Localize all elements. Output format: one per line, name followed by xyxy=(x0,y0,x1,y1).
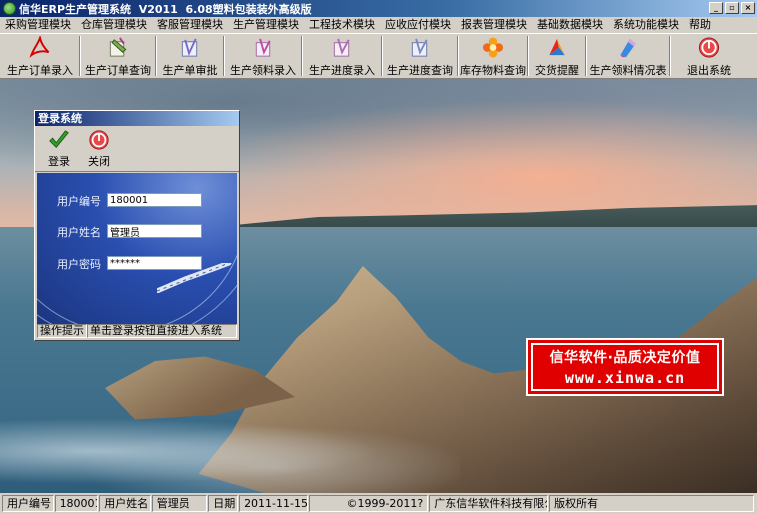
status-company: 广东信华软件科技有限公司 xyxy=(429,495,549,512)
toolbar-inventory-query-button[interactable]: 库存物料查询 xyxy=(460,34,526,78)
toolbar-label: 退出系统 xyxy=(687,64,731,77)
toolbar-label: 交货提醒 xyxy=(535,64,579,77)
user-id-input[interactable] xyxy=(107,193,202,207)
menu-production[interactable]: 生产管理模块 xyxy=(228,17,304,33)
toolbar-order-query-button[interactable]: 生产订单查询 xyxy=(83,34,153,78)
title-bar: 信华ERP生产管理系统 V2011 6.08塑料包装装外高级版 _ ▫ × xyxy=(0,0,757,17)
close-dialog-button[interactable]: 关闭 xyxy=(79,129,119,169)
minimize-button[interactable]: _ xyxy=(709,2,723,14)
toolbar-material-entry-button[interactable]: 生产领料录入 xyxy=(227,34,299,78)
login-status-label: 操作提示 xyxy=(37,324,87,338)
close-window-button[interactable]: × xyxy=(741,2,755,14)
login-status-bar: 操作提示 单击登录按钮直接进入系统 xyxy=(37,324,237,338)
status-bar: 用户编号 180001 用户姓名 管理员 日期 2011-11-15 ©1999… xyxy=(0,493,757,514)
main-toolbar: 生产订单录入 生产订单查询 生产单审批 生产领料录入 生产进度录入 生产进度查询… xyxy=(0,33,757,79)
toolbar-label: 生产进度查询 xyxy=(387,64,453,77)
toolbar-label: 生产进度录入 xyxy=(309,64,375,77)
toolbar-separator xyxy=(79,36,81,76)
toolbar-order-entry-button[interactable]: 生产订单录入 xyxy=(3,34,77,78)
menu-warehouse[interactable]: 仓库管理模块 xyxy=(76,17,152,33)
app-icon xyxy=(3,2,16,15)
login-form-panel: 用户编号 用户姓名 用户密码 xyxy=(37,173,237,325)
status-date-value: 2011-11-15 xyxy=(239,495,309,512)
window-controls: _ ▫ × xyxy=(709,2,755,14)
toolbar-separator xyxy=(527,36,529,76)
brand-stamp-inner: 信华软件·品质决定价值 www.xinwa.cn xyxy=(533,345,717,389)
menu-help[interactable]: 帮助 xyxy=(684,17,716,33)
pdf-icon xyxy=(29,36,50,58)
login-button[interactable]: 登录 xyxy=(39,129,79,169)
menu-bar: 采购管理模块 仓库管理模块 客服管理模块 生产管理模块 工程技术模块 应收应付模… xyxy=(0,17,757,33)
status-user-id-value: 180001 xyxy=(54,495,99,512)
toolbar-separator xyxy=(301,36,303,76)
brand-slogan: 信华软件·品质决定价值 xyxy=(549,350,701,366)
power-icon xyxy=(89,130,109,150)
power-icon xyxy=(698,37,720,58)
login-status-text: 单击登录按钮直接进入系统 xyxy=(87,324,237,338)
menu-receivables-payables[interactable]: 应收应付模块 xyxy=(380,17,456,33)
user-name-input[interactable] xyxy=(107,224,202,238)
toolbar-progress-entry-button[interactable]: 生产进度录入 xyxy=(305,34,379,78)
menu-customer-service[interactable]: 客服管理模块 xyxy=(152,17,228,33)
restore-button[interactable]: ▫ xyxy=(725,2,739,14)
material-entry-icon xyxy=(255,38,271,57)
toolbar-separator xyxy=(381,36,383,76)
toolbar-label: 生产单审批 xyxy=(162,64,218,77)
user-id-label: 用户编号 xyxy=(57,195,101,208)
toolbar-separator xyxy=(223,36,225,76)
toolbar-progress-query-button[interactable]: 生产进度查询 xyxy=(385,34,455,78)
toolbar-label: 库存物料查询 xyxy=(460,64,526,77)
document-edit-icon xyxy=(109,37,127,57)
login-dialog-title: 登录系统 xyxy=(35,111,239,126)
chain-decoration-icon xyxy=(157,263,232,293)
brand-stamp: 信华软件·品质决定价值 www.xinwa.cn xyxy=(528,340,722,394)
status-copyright: ©1999-2011? xyxy=(309,495,429,512)
user-name-label: 用户姓名 xyxy=(57,226,101,239)
status-date-label: 日期 xyxy=(208,495,239,512)
progress-entry-icon xyxy=(333,38,350,57)
brand-url: www.xinwa.cn xyxy=(564,369,686,387)
status-user-name-label: 用户姓名 xyxy=(99,495,151,512)
password-label: 用户密码 xyxy=(57,258,101,271)
toolbar-separator xyxy=(585,36,587,76)
status-user-id-label: 用户编号 xyxy=(2,495,54,512)
login-dialog: 登录系统 登录 关闭 用户编号 用户姓名 用户密码 xyxy=(34,110,240,341)
toolbar-delivery-reminder-button[interactable]: 交货提醒 xyxy=(531,34,583,78)
status-rights: 版权所有 xyxy=(549,495,754,512)
toolbar-label: 生产领料录入 xyxy=(230,64,296,77)
checkmark-icon xyxy=(49,130,69,149)
menu-engineering[interactable]: 工程技术模块 xyxy=(304,17,380,33)
progress-query-icon xyxy=(411,38,428,57)
toolbar-separator xyxy=(155,36,157,76)
report-icon xyxy=(620,38,636,58)
menu-purchase[interactable]: 采购管理模块 xyxy=(0,17,76,33)
close-dialog-button-label: 关闭 xyxy=(88,155,110,168)
toolbar-label: 生产订单查询 xyxy=(85,64,151,77)
toolbar-separator xyxy=(457,36,459,76)
toolbar-exit-button[interactable]: 退出系统 xyxy=(673,34,745,78)
toolbar-approval-button[interactable]: 生产单审批 xyxy=(159,34,221,78)
menu-system[interactable]: 系统功能模块 xyxy=(608,17,684,33)
status-user-name-value: 管理员 xyxy=(151,495,208,512)
delivery-icon xyxy=(549,38,565,56)
toolbar-material-report-button[interactable]: 生产领料情况表 xyxy=(589,34,667,78)
login-toolbar: 登录 关闭 xyxy=(35,126,239,172)
flower-icon xyxy=(482,37,504,58)
approve-icon xyxy=(181,38,198,57)
window-title: 信华ERP生产管理系统 V2011 6.08塑料包装装外高级版 xyxy=(19,2,312,16)
toolbar-separator xyxy=(669,36,671,76)
toolbar-label: 生产订单录入 xyxy=(7,64,73,77)
menu-basic-data[interactable]: 基础数据模块 xyxy=(532,17,608,33)
toolbar-label: 生产领料情况表 xyxy=(589,64,667,77)
menu-reports[interactable]: 报表管理模块 xyxy=(456,17,532,33)
wallpaper-foam xyxy=(0,409,460,493)
login-button-label: 登录 xyxy=(48,155,70,168)
